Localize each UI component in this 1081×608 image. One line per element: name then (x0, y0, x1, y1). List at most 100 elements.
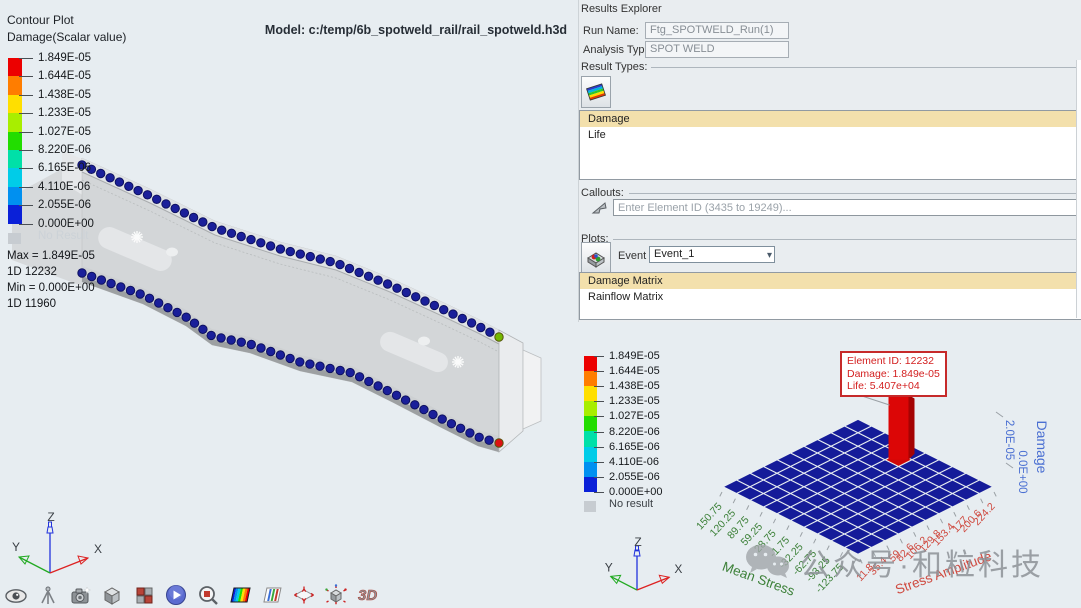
spot-weld-dot[interactable] (421, 297, 429, 305)
spot-weld-dot[interactable] (316, 362, 324, 370)
measure-diamond-icon[interactable] (291, 583, 316, 606)
spot-weld-dot[interactable] (257, 344, 265, 352)
spot-weld-dot[interactable] (440, 306, 448, 314)
spot-weld-dot[interactable] (237, 338, 245, 346)
element-id-input[interactable] (613, 199, 1081, 216)
spot-weld-dot[interactable] (458, 314, 466, 322)
spot-weld-dot[interactable] (227, 229, 235, 237)
spot-weld-dot[interactable] (393, 284, 401, 292)
spot-weld-dot[interactable] (180, 209, 188, 217)
spot-weld-dot[interactable] (218, 226, 226, 234)
spot-weld-dot[interactable] (199, 218, 207, 226)
plot-item-damage-matrix[interactable]: Damage Matrix (580, 273, 1081, 289)
spot-weld-dot[interactable] (355, 373, 363, 381)
result-type-life[interactable]: Life (580, 127, 1081, 143)
spot-weld-dot[interactable] (276, 245, 284, 253)
spot-weld-dot[interactable] (420, 405, 428, 413)
spot-weld-dot[interactable] (456, 424, 464, 432)
spot-weld-dot[interactable] (485, 436, 493, 444)
spot-weld-dot[interactable] (296, 358, 304, 366)
spot-weld-dot[interactable] (402, 288, 410, 296)
spot-weld-dot[interactable] (136, 290, 144, 298)
spot-weld-dot[interactable] (429, 410, 437, 418)
spot-weld-dot[interactable] (199, 325, 207, 333)
spot-weld-dot[interactable] (126, 286, 134, 294)
event-dropdown[interactable]: Event_1 ▾ (649, 246, 775, 263)
spot-weld-dot[interactable] (374, 276, 382, 284)
spot-weld-dot[interactable] (374, 382, 382, 390)
play-animation-icon[interactable] (163, 583, 188, 606)
spot-weld-dot[interactable] (326, 257, 334, 265)
spot-weld-dot[interactable] (227, 336, 235, 344)
spot-weld-dot[interactable] (117, 283, 125, 291)
spot-weld-dot[interactable] (145, 294, 153, 302)
spot-weld-dot[interactable] (345, 264, 353, 272)
spot-weld-dot[interactable] (466, 429, 474, 437)
result-type-damage[interactable]: Damage (580, 111, 1081, 127)
result-types-list[interactable]: DamageLife (579, 110, 1081, 180)
zoom-box-icon[interactable] (195, 583, 220, 606)
explode-cube-icon[interactable] (323, 583, 348, 606)
spot-weld-dot[interactable] (190, 319, 198, 327)
spot-weld-dot[interactable] (182, 313, 190, 321)
spot-weld-dot[interactable] (173, 308, 181, 316)
spot-weld-dot[interactable] (346, 368, 354, 376)
shaded-cube-icon[interactable] (99, 583, 124, 606)
spot-weld-dot[interactable] (266, 242, 274, 250)
spot-weld-dot[interactable] (411, 401, 419, 409)
spot-weld-dot[interactable] (316, 255, 324, 263)
spot-weld-dot[interactable] (326, 364, 334, 372)
spot-weld-dot[interactable] (107, 279, 115, 287)
spot-weld-dot[interactable] (276, 351, 284, 359)
spot-weld-dot[interactable] (477, 323, 485, 331)
spot-weld-dot[interactable] (412, 293, 420, 301)
spot-weld-dot[interactable] (447, 420, 455, 428)
spot-weld-dot[interactable] (336, 260, 344, 268)
spot-weld-dot[interactable] (401, 396, 409, 404)
spot-weld-dot[interactable] (486, 328, 494, 336)
spot-weld-dot[interactable] (267, 347, 275, 355)
spot-weld-dot[interactable] (217, 334, 225, 342)
spot-weld-dot[interactable] (430, 301, 438, 309)
spot-weld-dot[interactable] (257, 239, 265, 247)
spot-weld-dot[interactable] (365, 377, 373, 385)
spot-weld-dot[interactable] (383, 386, 391, 394)
spot-weld-dot[interactable] (208, 222, 216, 230)
contour-apply-button[interactable] (581, 76, 611, 108)
spot-weld-dot[interactable] (467, 319, 475, 327)
spot-weld-dot[interactable] (306, 252, 314, 260)
contour-panel-icon[interactable] (227, 583, 252, 606)
spot-weld-dot[interactable] (207, 331, 215, 339)
spot-weld-dot[interactable] (383, 280, 391, 288)
damage-bar[interactable] (889, 395, 909, 460)
camera-snapshot-icon[interactable] (67, 583, 92, 606)
spot-weld-dot[interactable] (355, 268, 363, 276)
spot-weld-dot[interactable] (336, 366, 344, 374)
spot-weld-dot[interactable] (296, 250, 304, 258)
spot-weld-dot[interactable] (97, 276, 105, 284)
spot-weld-dot[interactable] (171, 204, 179, 212)
callout-flag-icon[interactable] (591, 200, 609, 219)
plots-list[interactable]: Damage MatrixRainflow Matrix (579, 272, 1081, 320)
plot-item-rainflow-matrix[interactable]: Rainflow Matrix (580, 289, 1081, 305)
spot-weld-dot[interactable] (162, 200, 170, 208)
spot-weld-dot[interactable] (247, 340, 255, 348)
spot-weld-dot[interactable] (306, 360, 314, 368)
spot-weld-dot[interactable] (495, 439, 503, 447)
tripod-icon[interactable] (35, 583, 60, 606)
plot-apply-button[interactable] (581, 242, 611, 274)
spot-weld-dot[interactable] (438, 415, 446, 423)
spot-weld-dot[interactable] (495, 333, 503, 341)
section-stripes-icon[interactable] (259, 583, 284, 606)
spot-weld-dot[interactable] (475, 433, 483, 441)
spot-weld-dot[interactable] (364, 272, 372, 280)
spot-weld-dot[interactable] (155, 299, 163, 307)
spot-weld-dot[interactable] (286, 354, 294, 362)
spot-weld-dot[interactable] (164, 304, 172, 312)
3d-logo-icon[interactable]: 3D (355, 583, 380, 606)
spot-weld-dot[interactable] (237, 232, 245, 240)
spot-weld-dot[interactable] (449, 310, 457, 318)
spot-weld-dot[interactable] (247, 235, 255, 243)
spot-weld-dot[interactable] (392, 391, 400, 399)
window-layout-icon[interactable] (131, 583, 156, 606)
